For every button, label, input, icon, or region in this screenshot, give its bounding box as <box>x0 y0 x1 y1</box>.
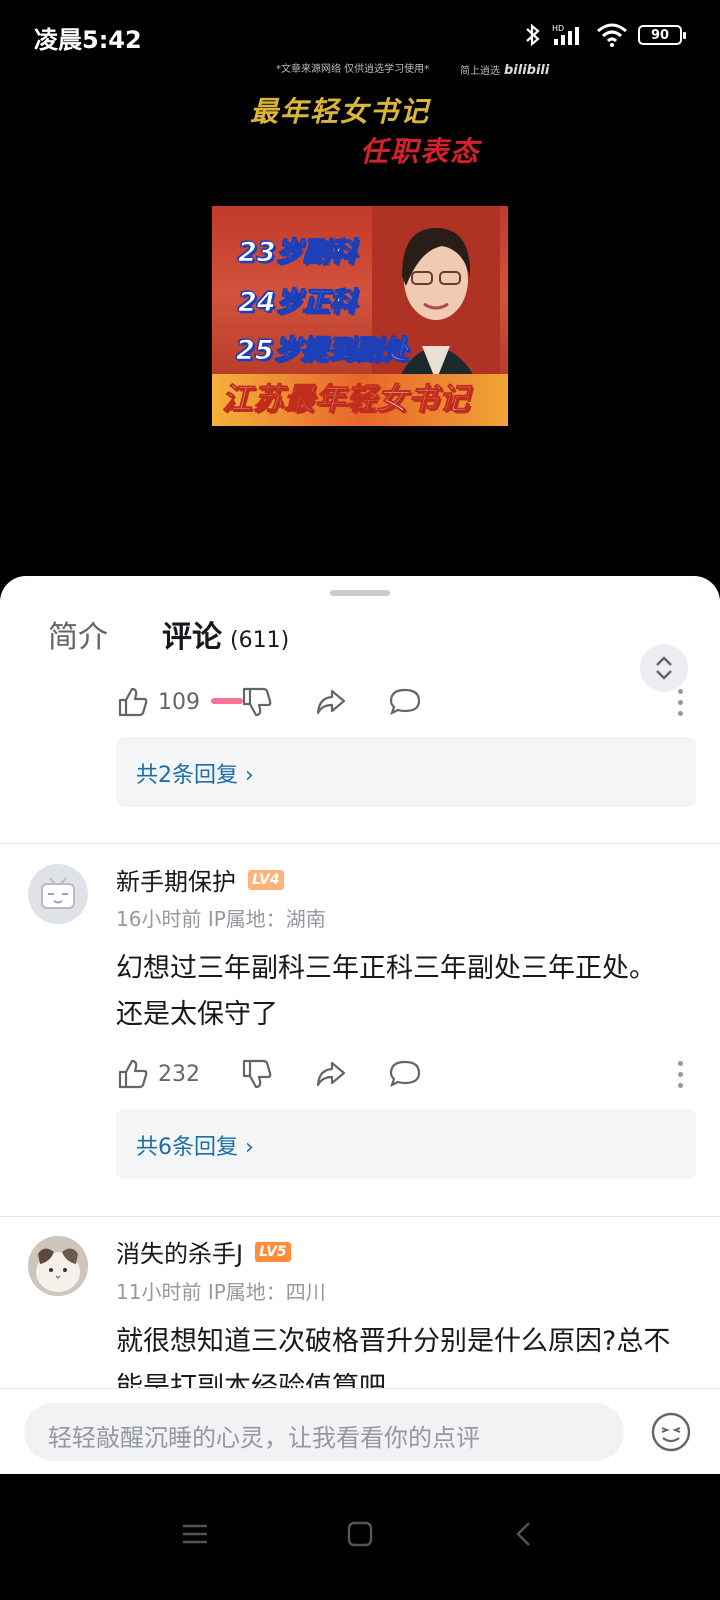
video-title-line2: 任职表态 <box>360 135 481 168</box>
tab-bar: 简介 评论 (611) <box>0 612 720 704</box>
comment-input-placeholder: 轻轻敲醒沉睡的心灵，让我看看你的点评 <box>48 1424 480 1452</box>
like-button[interactable]: 109 <box>116 685 200 719</box>
thumbs-up-icon <box>118 687 148 717</box>
thumb-text-1: 23岁副科 <box>238 237 358 269</box>
status-icons: HD 90 <box>524 22 686 48</box>
chevron-right-icon: › <box>245 1135 254 1160</box>
brand-text: bilibili <box>504 63 550 78</box>
comment-bubble-icon <box>389 1060 421 1088</box>
thumb-banner-text: 江苏最年轻女书记 <box>222 382 470 418</box>
username-text: 消失的杀手J <box>116 1240 244 1268</box>
svg-text:HD: HD <box>552 24 564 33</box>
thumbs-down-icon <box>242 687 272 717</box>
replies-box[interactable]: 共2条回复 › <box>116 737 696 807</box>
avatar[interactable] <box>28 1236 88 1296</box>
menu-icon[interactable] <box>175 1514 215 1554</box>
replies-link[interactable]: 共2条回复 › <box>136 757 254 789</box>
comment-text[interactable]: 幻想过三年副科三年正科三年副处三年正处。还是太保守了 <box>116 946 676 1038</box>
like-count: 232 <box>158 1061 200 1087</box>
comment-meta: 16小时前 IP属地：湖南 <box>116 903 326 932</box>
comment-ip: IP属地：四川 <box>207 1280 326 1304</box>
comment-username[interactable]: 新手期保护 LV4 <box>116 862 284 897</box>
like-count: 109 <box>158 689 200 715</box>
dislike-button[interactable] <box>240 1057 274 1091</box>
replies-count-text: 共2条回复 <box>136 763 238 788</box>
like-button[interactable]: 232 <box>116 1057 200 1091</box>
home-icon[interactable] <box>340 1514 380 1554</box>
bluetooth-icon <box>526 23 540 47</box>
comment-input[interactable]: 轻轻敲醒沉睡的心灵，让我看看你的点评 <box>24 1403 624 1461</box>
comment-ip: IP属地：湖南 <box>207 907 326 931</box>
dislike-button[interactable] <box>240 685 274 719</box>
reply-button[interactable] <box>388 1057 422 1091</box>
drag-handle[interactable] <box>330 590 390 596</box>
video-watermark: *文章来源网络 仅供逍选学习使用* <box>276 64 430 75</box>
source-tag: 简上逍选 <box>460 66 500 77</box>
thumbs-up-icon <box>118 1059 148 1089</box>
comment-meta: 11小时前 IP属地：四川 <box>116 1276 326 1305</box>
thumbs-down-icon <box>242 1059 272 1089</box>
bilibili-logo: 简上逍选 bilibili <box>460 62 549 78</box>
divider <box>0 1216 720 1217</box>
comment-time: 16小时前 <box>116 907 202 931</box>
comment-bubble-icon <box>389 688 421 716</box>
more-icon[interactable] <box>670 682 690 722</box>
comment-input-bar: 轻轻敲醒沉睡的心灵，让我看看你的点评 <box>0 1388 720 1474</box>
share-icon <box>316 1061 346 1087</box>
comment-username[interactable]: 消失的杀手J LV5 <box>116 1234 291 1269</box>
replies-box[interactable]: 共6条回复 › <box>116 1109 696 1179</box>
comment-actions: 109 <box>116 682 462 722</box>
video-frame: 23岁副科 24岁正科 25岁提到副处 江苏最年轻女书记 <box>212 206 508 426</box>
comment-sheet: 简介 评论 (611) 109 共2条回复 › 新手期保护 LV4 16小时前 <box>0 576 720 1506</box>
tab-comments-count: (611) <box>230 628 290 653</box>
back-icon[interactable] <box>505 1514 545 1554</box>
wifi-icon <box>597 23 627 47</box>
battery-icon: 90 <box>638 25 686 45</box>
default-avatar-icon <box>41 877 75 909</box>
video-title-line1: 最年轻女书记 <box>250 95 431 128</box>
system-nav-bar <box>0 1474 720 1600</box>
video-player[interactable]: *文章来源网络 仅供逍选学习使用* 简上逍选 bilibili 最年轻女书记 任职… <box>0 56 720 576</box>
signal-icon: HD <box>552 24 579 45</box>
tab-comments[interactable]: 评论 (611) <box>162 612 289 656</box>
thumb-text-2: 24岁正科 <box>238 287 358 319</box>
level-badge: LV4 <box>248 869 284 890</box>
share-button[interactable] <box>314 1057 348 1091</box>
emoji-icon[interactable] <box>650 1411 692 1453</box>
share-button[interactable] <box>314 685 348 719</box>
cat-avatar-image <box>28 1236 88 1296</box>
more-icon[interactable] <box>670 1054 690 1094</box>
replies-count-text: 共6条回复 <box>136 1135 238 1160</box>
comment-actions: 232 <box>116 1054 462 1094</box>
avatar[interactable] <box>28 864 88 924</box>
thumb-text-3: 25岁提到副处 <box>236 335 410 367</box>
reply-button[interactable] <box>388 685 422 719</box>
username-text: 新手期保护 <box>116 868 236 896</box>
replies-link[interactable]: 共6条回复 › <box>136 1129 254 1161</box>
tab-comments-label: 评论 <box>162 620 222 655</box>
share-icon <box>316 689 346 715</box>
comment-time: 11小时前 <box>116 1280 202 1304</box>
chevron-right-icon: › <box>245 763 254 788</box>
status-time: 凌晨5:42 <box>34 26 142 54</box>
divider <box>0 843 720 844</box>
expand-chevrons-icon <box>656 656 672 680</box>
tab-intro[interactable]: 简介 <box>48 612 108 656</box>
level-badge: LV5 <box>255 1241 291 1262</box>
